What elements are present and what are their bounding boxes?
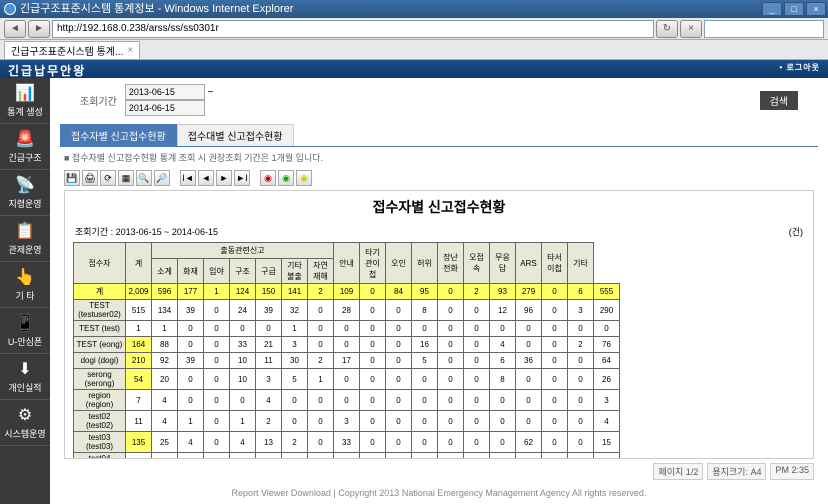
sidebar-icon: 📋: [15, 221, 35, 241]
browser-tabstrip: 긴급구조표준시스템 통계... ×: [0, 40, 828, 60]
refresh-icon[interactable]: ⟳: [100, 170, 116, 186]
page-footer: Report Viewer Download | Copyright 2013 …: [50, 482, 828, 504]
sidebar-label: 시스템운영: [4, 427, 45, 440]
ie-icon: [4, 3, 16, 15]
back-button[interactable]: ◄: [4, 20, 26, 38]
last-page-icon[interactable]: ►I: [234, 170, 250, 186]
sidebar-item-1[interactable]: 🚨 긴급구조: [0, 124, 50, 170]
sidebar-item-6[interactable]: ⬇ 개인실적: [0, 354, 50, 400]
minimize-button[interactable]: _: [762, 2, 782, 16]
window-title: 긴급구조표준시스템 통계정보 - Windows Internet Explor…: [20, 0, 293, 18]
sidebar-icon: 👆: [15, 267, 35, 287]
sidebar-label: U-안심폰: [8, 335, 42, 348]
refresh-button[interactable]: ↻: [656, 20, 678, 38]
window-titlebar: 긴급구조표준시스템 통계정보 - Windows Internet Explor…: [0, 0, 828, 18]
print-icon[interactable]: 🖨: [82, 170, 98, 186]
export-green-icon[interactable]: ◉: [278, 170, 294, 186]
sidebar-icon: 🚨: [15, 129, 35, 149]
page-header: 긴급납무안왕 • 로그아웃: [0, 60, 828, 78]
browser-tab[interactable]: 긴급구조표준시스템 통계... ×: [4, 41, 140, 59]
export-red-icon[interactable]: ◉: [260, 170, 276, 186]
sidebar-item-7[interactable]: ⚙ 시스템운영: [0, 400, 50, 446]
report-toolbar: 💾 🖨 ⟳ ▦ 🔍 🔎 I◄ ◄ ► ►I ◉ ◉ ◉: [50, 168, 828, 188]
report-table: 접수자계출동관련신고안내타기관이첩오인허위장난전화오접속무응답ARS타서이첩기타…: [73, 242, 620, 459]
period-label: 조회기간: [80, 93, 117, 108]
filter-bar: 조회기간 ~ 검색: [50, 78, 828, 122]
window-controls: _ □ ×: [762, 2, 828, 16]
address-bar: ◄ ► ↻ ×: [0, 18, 828, 40]
sidebar-label: 지령운영: [8, 197, 41, 210]
sidebar-label: 긴급구조: [8, 151, 41, 164]
sidebar-label: 관제운영: [8, 243, 41, 256]
tab-by-desk[interactable]: 접수대별 신고접수현황: [177, 124, 294, 146]
query-note: ■ 접수자별 신고접수현황 통계 조회 시 권장조회 기간은 1개월 입니다.: [50, 147, 828, 168]
date-from-input[interactable]: [125, 84, 205, 100]
sidebar-label: 기 타: [15, 289, 34, 302]
tab-by-receiver[interactable]: 접수자별 신고접수현황: [60, 124, 177, 146]
sidebar-label: 개인실적: [8, 381, 41, 394]
report-statusbar: 페이지 1/2 용지크기: A4 PM 2:35: [50, 461, 828, 482]
url-input[interactable]: [52, 20, 654, 38]
report-unit: (건): [789, 225, 803, 238]
sidebar-item-2[interactable]: 📡 지령운영: [0, 170, 50, 216]
content-tabs: 접수자별 신고접수현황 접수대별 신고접수현황: [60, 124, 818, 147]
sidebar-item-5[interactable]: 📱 U-안심폰: [0, 308, 50, 354]
sidebar-item-3[interactable]: 📋 관제운영: [0, 216, 50, 262]
sidebar-icon: 📱: [15, 313, 35, 333]
tab-label: 긴급구조표준시스템 통계...: [11, 43, 123, 58]
browser-search-input[interactable]: [704, 20, 824, 38]
sidebar-label: 통계 생성: [7, 105, 43, 118]
date-to-input[interactable]: [125, 100, 205, 116]
page-indicator: 페이지 1/2: [653, 463, 703, 480]
clock: PM 2:35: [770, 463, 814, 480]
grid-icon[interactable]: ▦: [118, 170, 134, 186]
header-links[interactable]: • 로그아웃: [780, 62, 820, 76]
sidebar-item-0[interactable]: 📊 통계 생성: [0, 78, 50, 124]
first-page-icon[interactable]: I◄: [180, 170, 196, 186]
brand-title: 긴급납무안왕: [8, 62, 86, 76]
sidebar: 📊 통계 생성 🚨 긴급구조 📡 지령운영 📋 관제운영 👆 기 타 📱 U-안심폰 ⬇ 개인실적 ⚙ 시스템…: [0, 78, 50, 504]
zoom-in-icon[interactable]: 🔍: [136, 170, 152, 186]
save-icon[interactable]: 💾: [64, 170, 80, 186]
report-period: 조회기간 : 2013-06-15 ~ 2014-06-15: [75, 225, 218, 238]
sidebar-icon: ⚙: [18, 405, 32, 425]
close-button[interactable]: ×: [806, 2, 826, 16]
stop-button[interactable]: ×: [680, 20, 702, 38]
report-title: 접수자별 신고접수현황: [65, 191, 813, 223]
sidebar-item-4[interactable]: 👆 기 타: [0, 262, 50, 308]
main-content: 조회기간 ~ 검색 접수자별 신고접수현황 접수대별 신고접수현황 ■ 접수자별…: [50, 78, 828, 504]
close-tab-icon[interactable]: ×: [127, 45, 133, 56]
paper-size: 용지크기: A4: [707, 463, 766, 480]
sidebar-icon: 📊: [15, 83, 35, 103]
search-button[interactable]: 검색: [760, 91, 798, 110]
export-yellow-icon[interactable]: ◉: [296, 170, 312, 186]
forward-button[interactable]: ►: [28, 20, 50, 38]
maximize-button[interactable]: □: [784, 2, 804, 16]
prev-page-icon[interactable]: ◄: [198, 170, 214, 186]
sidebar-icon: ⬇: [18, 359, 31, 379]
sidebar-icon: 📡: [15, 175, 35, 195]
zoom-out-icon[interactable]: 🔎: [154, 170, 170, 186]
next-page-icon[interactable]: ►: [216, 170, 232, 186]
report-viewer[interactable]: 접수자별 신고접수현황 조회기간 : 2013-06-15 ~ 2014-06-…: [64, 190, 814, 459]
